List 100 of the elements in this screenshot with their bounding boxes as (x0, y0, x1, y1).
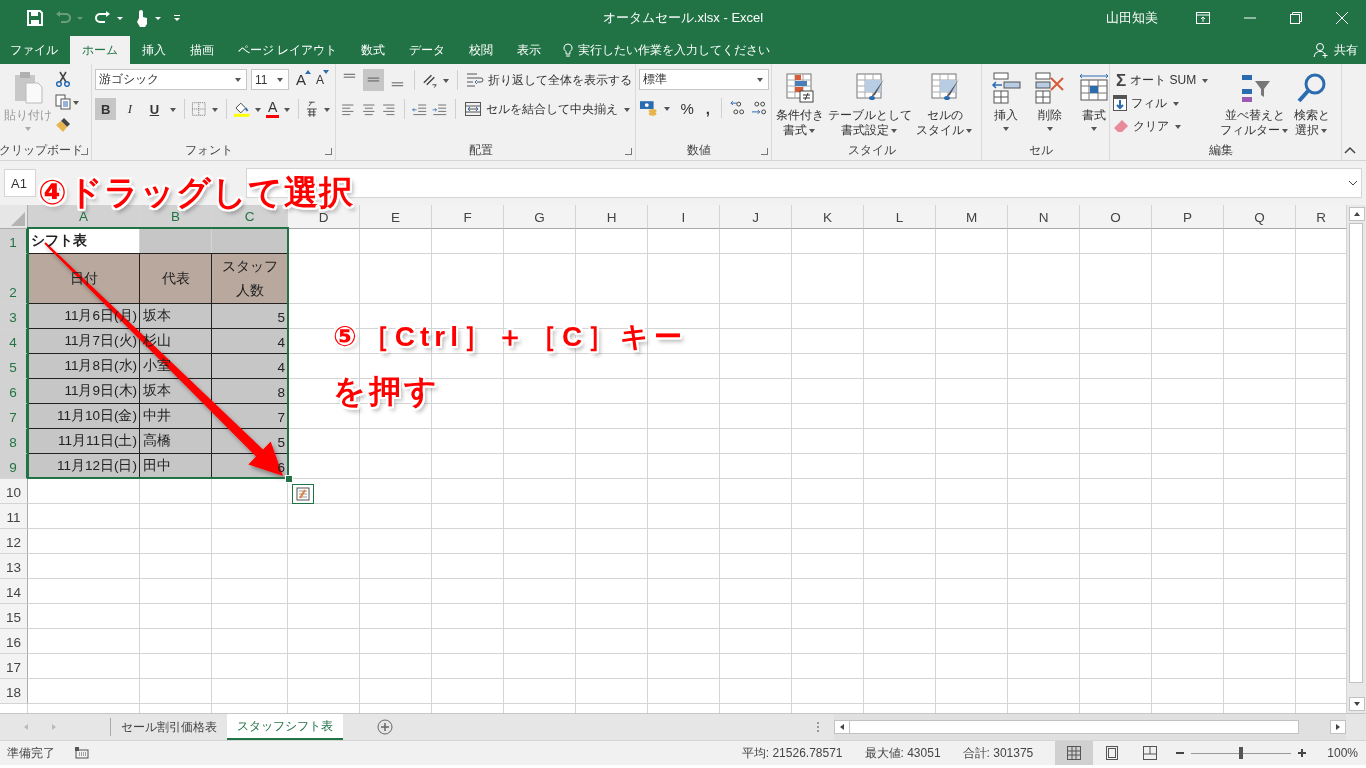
fill-button[interactable]: フィル (1113, 93, 1217, 113)
row-header[interactable]: 5 (0, 354, 28, 379)
column-header[interactable]: Q (1224, 205, 1296, 229)
user-name[interactable]: 山田知美 (1106, 9, 1158, 27)
ribbon-tab[interactable]: 挿入 (130, 36, 178, 64)
row-header[interactable]: 4 (0, 329, 28, 354)
customize-icon[interactable] (173, 14, 181, 22)
align-middle-icon[interactable] (362, 69, 384, 91)
row-header[interactable]: 6 (0, 379, 28, 404)
zoom-thumb[interactable] (1239, 747, 1244, 759)
shrink-font-button[interactable]: A (313, 69, 328, 90)
number-format-field[interactable]: 標準 (639, 69, 769, 90)
row-header[interactable]: 7 (0, 404, 28, 429)
add-sheet-icon[interactable] (377, 719, 393, 735)
fill-handle[interactable] (285, 475, 293, 483)
max-stat[interactable]: 最大値: 43051 (864, 744, 941, 762)
zoom-in-icon[interactable] (1297, 748, 1308, 758)
paintbrush-icon[interactable] (55, 117, 71, 133)
column-header[interactable]: I (648, 205, 720, 229)
ribbon-tab[interactable]: ページ レイアウト (226, 36, 350, 64)
phonetic-icon[interactable] (305, 100, 319, 118)
row-header[interactable]: 1 (0, 229, 28, 254)
ribbon-tab[interactable]: データ (397, 36, 458, 64)
conditional-format-button[interactable]: 条件付き 書式 (775, 69, 825, 140)
column-header[interactable]: F (432, 205, 504, 229)
normal-view-button[interactable] (1055, 741, 1094, 765)
sort-filter-button[interactable]: 並べ替えと フィルター (1219, 69, 1291, 140)
format-as-table-button[interactable]: テーブルとして 書式設定 (827, 69, 913, 140)
copy-icon[interactable] (55, 94, 71, 110)
ribbon-tab[interactable]: 校閲 (457, 36, 506, 64)
row-header[interactable]: 13 (0, 554, 28, 579)
scrollbar-thumb[interactable] (1349, 223, 1363, 683)
sum-stat[interactable]: 合計: 301375 (962, 744, 1034, 762)
row-header[interactable]: 9 (0, 454, 28, 479)
merge-center-button[interactable]: セルを結合して中央揃え (463, 100, 632, 118)
launcher-icon[interactable] (761, 148, 768, 155)
column-header[interactable]: M (936, 205, 1008, 229)
horizontal-scrollbar[interactable] (834, 714, 1346, 740)
delete-cells-button[interactable]: 削除 (1029, 69, 1071, 140)
sheet-tab[interactable]: スタッフシフト表 (227, 714, 343, 740)
restore-icon[interactable] (1290, 12, 1302, 24)
autosum-button[interactable]: Σ オート SUM (1113, 70, 1217, 90)
column-header[interactable]: G (504, 205, 576, 229)
scroll-left-icon[interactable] (834, 720, 850, 734)
ribbon-tab[interactable]: 数式 (349, 36, 398, 64)
row-header[interactable]: 10 (0, 479, 28, 504)
column-header[interactable]: J (720, 205, 792, 229)
row-header[interactable]: 14 (0, 579, 28, 604)
ribbon-tab[interactable]: ホーム (70, 36, 130, 64)
share-button[interactable]: 共有 (1313, 36, 1366, 64)
comma-button[interactable]: , (701, 99, 714, 117)
zoom-level[interactable]: 100% (1327, 746, 1358, 760)
wrap-text-button[interactable]: 折り返して全体を表示する (466, 71, 632, 89)
vertical-scrollbar[interactable] (1347, 205, 1366, 713)
fill-color-icon[interactable] (232, 100, 251, 118)
row-header[interactable]: 15 (0, 604, 28, 629)
font-style-button[interactable]: B (95, 98, 117, 120)
scroll-up-icon[interactable] (1348, 207, 1365, 221)
font-style-button[interactable]: U (143, 98, 166, 120)
font-size-field[interactable]: 11 (251, 69, 289, 90)
column-header[interactable]: K (792, 205, 864, 229)
quick-analysis-button[interactable] (292, 484, 314, 504)
format-cells-button[interactable]: 書式 (1073, 69, 1115, 140)
macro-record-icon[interactable] (75, 747, 89, 759)
insert-cells-button[interactable]: 挿入 (985, 69, 1027, 140)
launcher-icon[interactable] (325, 148, 332, 155)
column-header[interactable]: O (1080, 205, 1152, 229)
row-header[interactable]: 3 (0, 304, 28, 329)
column-header[interactable]: N (1008, 205, 1080, 229)
grow-font-button[interactable]: A (293, 69, 309, 90)
row-header[interactable]: 8 (0, 429, 28, 454)
cell-styles-button[interactable]: セルの スタイル (915, 69, 975, 140)
find-select-button[interactable]: 検索と 選択 (1293, 69, 1331, 140)
column-header[interactable]: L (864, 205, 936, 229)
scroll-right-icon[interactable] (1330, 720, 1346, 734)
name-box[interactable]: A1 (4, 169, 36, 197)
average-stat[interactable]: 平均: 21526.78571 (741, 744, 843, 762)
font-style-button[interactable]: I (119, 98, 141, 120)
row-header[interactable]: 11 (0, 504, 28, 529)
ribbon-tab[interactable]: ファイル (0, 36, 70, 64)
row-header[interactable]: 2 (0, 254, 28, 304)
redo-icon[interactable] (95, 11, 111, 25)
scrollbar-thumb[interactable] (849, 720, 1299, 734)
column-header[interactable]: E (360, 205, 432, 229)
column-header[interactable]: R (1296, 205, 1347, 229)
launcher-icon[interactable] (625, 148, 632, 155)
save-icon[interactable] (27, 10, 43, 26)
collapse-ribbon-icon[interactable] (1344, 146, 1356, 154)
launcher-icon[interactable] (81, 148, 88, 155)
row-header[interactable]: 12 (0, 529, 28, 554)
font-color-button[interactable]: A (266, 100, 280, 118)
expand-icon[interactable] (1348, 180, 1358, 186)
row-header[interactable]: 16 (0, 629, 28, 654)
ribbon-display-icon[interactable] (1196, 12, 1210, 24)
tell-me-field[interactable]: 実行したい作業を入力してください (578, 43, 829, 57)
clear-button[interactable]: クリア (1113, 116, 1217, 136)
close-icon[interactable] (1336, 12, 1348, 24)
scissors-icon[interactable] (55, 71, 71, 87)
percent-button[interactable]: % (676, 99, 698, 117)
row-header[interactable]: 18 (0, 679, 28, 704)
